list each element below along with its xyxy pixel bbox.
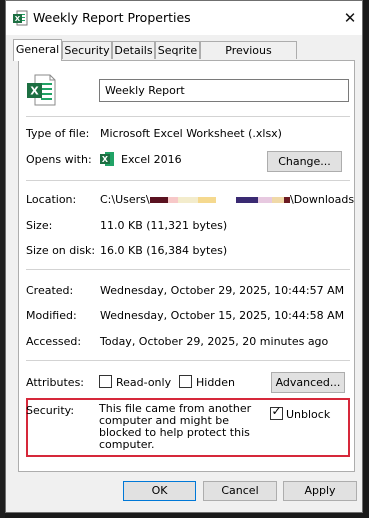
size-on-disk-value: 16.0 KB (16,384 bytes) <box>100 244 228 257</box>
redacted-segment <box>198 197 216 203</box>
accessed-value: Today, October 29, 2025, 20 minutes ago <box>100 335 329 348</box>
divider <box>26 116 350 117</box>
close-icon[interactable]: ✕ <box>340 8 360 28</box>
tab-security[interactable]: Security <box>62 41 112 59</box>
advanced-button[interactable]: Advanced... <box>271 372 345 393</box>
svg-text:X: X <box>102 155 109 164</box>
attributes-label: Attributes: <box>26 376 85 389</box>
redacted-segment <box>272 197 284 203</box>
ok-button[interactable]: OK <box>123 481 196 501</box>
divider <box>26 360 350 361</box>
location-label: Location: <box>26 193 77 206</box>
redacted-segment <box>178 197 198 203</box>
accessed-label: Accessed: <box>26 335 82 348</box>
opens-with-label: Opens with: <box>26 153 92 166</box>
opens-with-value: Excel 2016 <box>121 153 182 166</box>
apply-button[interactable]: Apply <box>283 481 357 501</box>
divider <box>26 269 350 270</box>
security-label: Security: <box>26 404 75 417</box>
file-name-field[interactable]: Weekly Report <box>99 79 349 102</box>
excel-app-icon: X <box>99 151 115 170</box>
readonly-checkbox[interactable] <box>99 375 112 388</box>
location-prefix: C:\Users\ <box>100 193 150 206</box>
security-message: This file came from another computer and… <box>99 402 252 451</box>
checkmark-icon: ✓ <box>271 404 282 418</box>
size-on-disk-label: Size on disk: <box>26 244 96 257</box>
tab-seqrite[interactable]: Seqrite <box>155 41 200 59</box>
divider <box>26 180 350 181</box>
excel-file-icon: X <box>12 10 28 29</box>
title-bar: X Weekly Report Properties ✕ <box>6 1 362 35</box>
hidden-checkbox[interactable] <box>179 375 192 388</box>
created-label: Created: <box>26 284 74 297</box>
location-suffix: \Downloads <box>290 193 355 206</box>
modified-value: Wednesday, October 15, 2025, 10:44:58 AM <box>100 309 345 322</box>
svg-text:X: X <box>30 85 39 98</box>
redacted-segment <box>236 197 258 203</box>
unblock-label[interactable]: Unblock <box>286 408 330 421</box>
hidden-label[interactable]: Hidden <box>196 376 235 389</box>
redacted-segment <box>168 197 178 203</box>
size-value: 11.0 KB (11,321 bytes) <box>100 219 228 232</box>
redacted-segment <box>150 197 168 203</box>
window-title: Weekly Report Properties <box>33 10 191 25</box>
modified-label: Modified: <box>26 309 77 322</box>
properties-dialog: X Weekly Report Properties ✕ General Sec… <box>5 0 363 513</box>
tab-general[interactable]: General <box>13 39 62 61</box>
size-label: Size: <box>26 219 53 232</box>
tab-previous-versions[interactable]: Previous Versions <box>200 41 297 75</box>
change-button[interactable]: Change... <box>267 151 342 172</box>
readonly-label[interactable]: Read-only <box>116 376 171 389</box>
type-value: Microsoft Excel Worksheet (.xlsx) <box>100 127 282 140</box>
redacted-segment <box>258 197 272 203</box>
redacted-segment <box>216 197 236 203</box>
svg-text:X: X <box>15 15 21 23</box>
type-label: Type of file: <box>26 127 90 140</box>
cancel-button[interactable]: Cancel <box>203 481 277 501</box>
tab-details[interactable]: Details <box>112 41 155 59</box>
excel-file-icon: X <box>26 74 56 109</box>
created-value: Wednesday, October 29, 2025, 10:44:57 AM <box>100 284 345 297</box>
unblock-checkbox[interactable]: ✓ <box>270 404 283 420</box>
